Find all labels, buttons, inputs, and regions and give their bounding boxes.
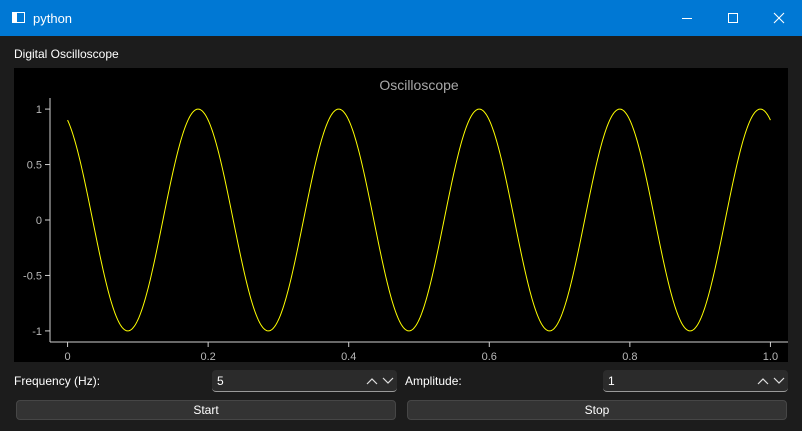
close-button[interactable] — [756, 0, 802, 36]
chevron-down-icon[interactable] — [772, 373, 786, 389]
axes — [45, 98, 788, 347]
minimize-button[interactable] — [664, 0, 710, 36]
maximize-button[interactable] — [710, 0, 756, 36]
x-tick-label: 0.8 — [622, 351, 637, 362]
oscilloscope-plot[interactable]: Oscilloscope 1 0.5 0 -0.5 -1 0 0.2 0.4 0.6 0.8 1.0 — [14, 68, 788, 362]
chart-title: Oscilloscope — [379, 77, 459, 93]
amplitude-spinbox[interactable]: 1 — [603, 370, 788, 392]
close-icon — [773, 12, 785, 24]
y-tick-label: -0.5 — [23, 270, 42, 282]
x-tick-label: 0.2 — [200, 351, 215, 362]
app-window-icon — [12, 12, 25, 23]
amplitude-value[interactable]: 1 — [608, 374, 615, 388]
x-tick-label: 1.0 — [763, 351, 778, 362]
amplitude-label: Amplitude: — [405, 374, 462, 388]
start-button[interactable]: Start — [16, 400, 396, 420]
y-tick-label: 1 — [36, 104, 42, 116]
x-tick-label: 0.6 — [482, 351, 497, 362]
maximize-icon — [728, 13, 738, 23]
y-tick-label: 0.5 — [27, 160, 42, 172]
group-title: Digital Oscilloscope — [14, 47, 119, 61]
x-tick-label: 0.4 — [341, 351, 356, 362]
stop-button[interactable]: Stop — [407, 400, 787, 420]
frequency-value[interactable]: 5 — [217, 374, 224, 388]
frequency-spinbox[interactable]: 5 — [212, 370, 397, 392]
oscilloscope-chart: Oscilloscope 1 0.5 0 -0.5 -1 0 0.2 0.4 0.6 0.8 1.0 — [23, 77, 788, 362]
signal-trace — [67, 108, 771, 332]
chevron-down-icon[interactable] — [381, 373, 395, 389]
frequency-label: Frequency (Hz): — [14, 374, 101, 388]
y-tick-label: 0 — [36, 215, 42, 227]
x-tick-label: 0 — [65, 351, 71, 362]
window-title: python — [33, 11, 73, 26]
minimize-icon — [682, 18, 692, 19]
y-tick-label: -1 — [32, 326, 42, 338]
chevron-up-icon[interactable] — [756, 373, 770, 389]
chevron-up-icon[interactable] — [365, 373, 379, 389]
title-bar: python — [0, 0, 802, 36]
